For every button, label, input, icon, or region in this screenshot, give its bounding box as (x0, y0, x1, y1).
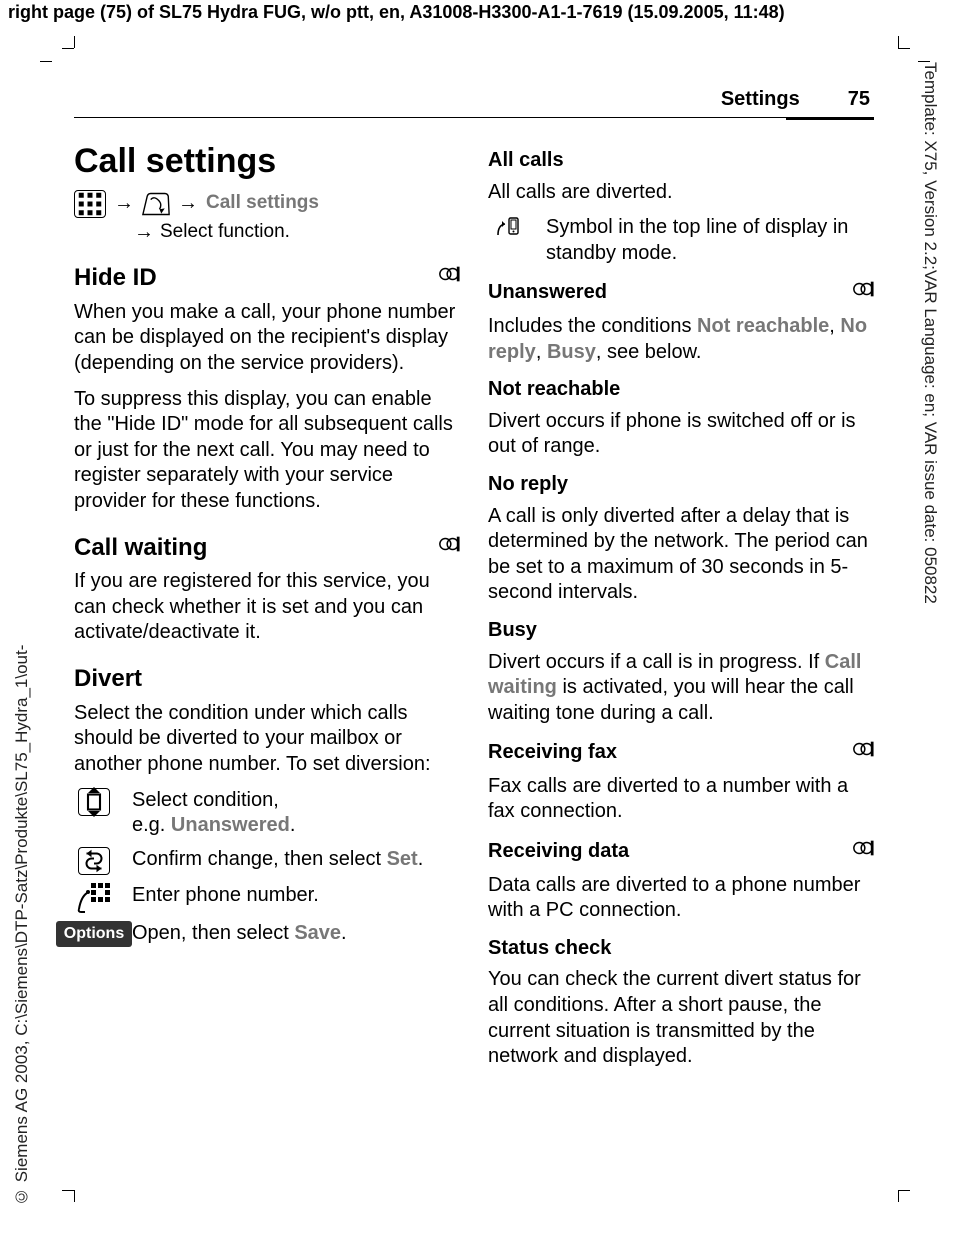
step-3: Enter phone number. (74, 883, 460, 913)
step4-b: Save (294, 922, 341, 944)
un-p-a: Includes the conditions (488, 315, 697, 337)
content-area: Settings 75 Call settings → → Call setti… (74, 88, 874, 1080)
h2-call-waiting-label: Call waiting (74, 533, 207, 564)
h2-divert: Divert (74, 664, 460, 695)
step-4: Options Open, then select Save. (74, 921, 460, 947)
all-calls-symbol-row: Symbol in the top line of display in sta… (488, 215, 874, 266)
un-p-b: Not reachable (697, 315, 829, 337)
nav-updown-icon (78, 788, 110, 816)
crop-mark (898, 1190, 910, 1202)
arrow-icon: → (114, 191, 134, 217)
h1-call-settings: Call settings (74, 140, 460, 184)
h2-hide-id-label: Hide ID (74, 263, 157, 294)
step4-a: Open, then select (132, 922, 294, 944)
not-reachable-p: Divert occurs if phone is switched off o… (488, 409, 874, 460)
left-column: Call settings → → Call settings → Select… (74, 136, 460, 1080)
right-column: All calls All calls are diverted. Symbol… (488, 136, 874, 1080)
running-head: Settings 75 (74, 88, 874, 118)
h3-unanswered-label: Unanswered (488, 280, 607, 306)
no-reply-p: A call is only diverted after a delay th… (488, 504, 874, 606)
template-info-right: Template: X75, Version 2.2;VAR Language:… (916, 62, 940, 842)
step3: Enter phone number. (132, 884, 319, 906)
hide-id-p1: When you make a call, your phone number … (74, 300, 460, 377)
menu-path: → → Call settings (74, 190, 460, 218)
page-number: 75 (848, 88, 870, 111)
h3-data-label: Receiving data (488, 839, 629, 865)
provider-icon (852, 278, 874, 308)
menu-grid-icon (74, 190, 106, 218)
menu-path-label: Call settings (206, 191, 319, 215)
all-calls-p: All calls are diverted. (488, 180, 874, 206)
template-info-left: © Siemens AG 2003, C:\Siemens\DTP-Satz\P… (12, 566, 36, 1206)
step-1: Select condition, e.g. Unanswered. (74, 788, 460, 839)
fax-p: Fax calls are diverted to a number with … (488, 774, 874, 825)
h3-status-check: Status check (488, 936, 874, 962)
h3-receiving-data: Receiving data (488, 837, 874, 867)
crop-mark (62, 36, 74, 48)
step1-c: Unanswered (171, 814, 290, 836)
section-title: Settings (721, 88, 800, 111)
h3-receiving-fax: Receiving fax (488, 738, 874, 768)
h3-unanswered: Unanswered (488, 278, 874, 308)
h2-divert-label: Divert (74, 664, 142, 695)
h3-all-calls: All calls (488, 148, 874, 174)
step4-c: . (341, 922, 347, 944)
step1-b: e.g. (132, 814, 171, 836)
h3-not-reachable-label: Not reachable (488, 377, 620, 403)
hide-id-p2: To suppress this display, you can enable… (74, 387, 460, 515)
arrow-icon: → (134, 220, 154, 246)
options-softkey: Options (56, 921, 132, 947)
keypad-icon (77, 883, 111, 913)
crop-mark (898, 36, 910, 48)
step1-d: . (290, 814, 296, 836)
h3-no-reply: No reply (488, 472, 874, 498)
crop-mark (40, 61, 52, 73)
status-p: You can check the current divert status … (488, 967, 874, 1069)
provider-icon (438, 263, 460, 294)
step2-a: Confirm change, then select (132, 848, 387, 870)
print-header-rest: of SL75 Hydra FUG, w/o ptt, en, A31008-H… (132, 2, 785, 22)
settings-tab-icon (142, 192, 170, 216)
h3-busy: Busy (488, 618, 874, 644)
h3-busy-label: Busy (488, 618, 537, 644)
busy-p: Divert occurs if a call is in progress. … (488, 650, 874, 727)
provider-icon (852, 738, 874, 768)
provider-icon (438, 533, 460, 564)
print-header: right page (75) of SL75 Hydra FUG, w/o p… (8, 2, 946, 23)
h3-fax-label: Receiving fax (488, 740, 617, 766)
call-waiting-p: If you are registered for this service, … (74, 569, 460, 646)
un-p-e: , (536, 341, 547, 363)
confirm-icon (78, 847, 110, 875)
page: right page (75) of SL75 Hydra FUG, w/o p… (0, 0, 954, 1246)
menu-path-line2: → Select function. (134, 220, 460, 246)
busy-p-a: Divert occurs if a call is in progress. … (488, 651, 825, 673)
crop-mark (62, 1190, 74, 1202)
provider-icon (852, 837, 874, 867)
step2-c: . (418, 848, 424, 870)
unanswered-p: Includes the conditions Not reachable, N… (488, 314, 874, 365)
arrow-icon: → (178, 191, 198, 217)
divert-p: Select the condition under which calls s… (74, 701, 460, 778)
h3-no-reply-label: No reply (488, 472, 568, 498)
h3-status-label: Status check (488, 936, 611, 962)
data-p: Data calls are diverted to a phone numbe… (488, 873, 874, 924)
h3-not-reachable: Not reachable (488, 377, 874, 403)
menu-path-select: Select function. (160, 220, 290, 246)
print-header-page: right page (75) (8, 2, 132, 22)
un-p-f: Busy (547, 341, 596, 363)
step-2: Confirm change, then select Set. (74, 847, 460, 875)
un-p-c: , (829, 315, 840, 337)
h3-all-calls-label: All calls (488, 148, 564, 174)
un-p-g: , see below. (596, 341, 702, 363)
h2-call-waiting: Call waiting (74, 533, 460, 564)
step2-b: Set (387, 848, 418, 870)
step1-a: Select condition, (132, 789, 279, 811)
h2-hide-id: Hide ID (74, 263, 460, 294)
divert-display-icon (495, 215, 521, 248)
divert-steps: Select condition, e.g. Unanswered. Confir… (74, 788, 460, 948)
all-calls-symbol-text: Symbol in the top line of display in sta… (546, 215, 874, 266)
